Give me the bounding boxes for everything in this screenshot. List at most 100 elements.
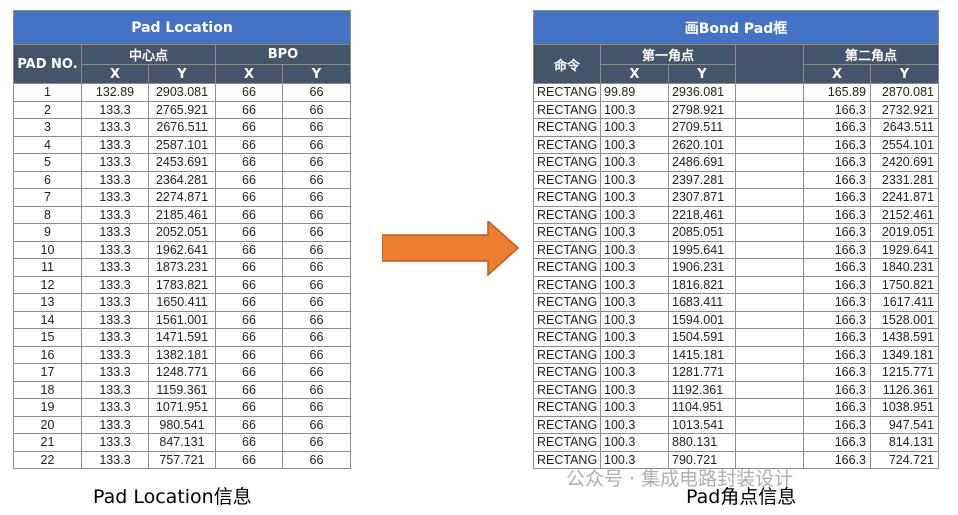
first-corner-y-cell: 2620.101	[668, 135, 736, 154]
bpo-x-cell: 66	[215, 450, 283, 469]
pad-number-cell: 15	[13, 328, 82, 347]
first-corner-x-cell: 100.3	[600, 135, 669, 154]
first-corner-y-cell: 1104.951	[668, 398, 736, 417]
first-corner-y-cell: 2397.281	[668, 170, 736, 189]
table-row: 21 133.3 847.131 66 66	[13, 433, 352, 452]
table-row: 11 133.3 1873.231 66 66	[13, 258, 352, 277]
first-corner-y-cell: 1683.411	[668, 293, 736, 312]
second-corner-y-cell: 724.721	[869, 450, 940, 469]
pad-number-cell: 21	[13, 433, 82, 452]
table-row: RECTANG 100.3 1683.411 166.3 1617.411	[533, 293, 940, 312]
bpo-y-cell: 66	[281, 293, 352, 312]
center-y-cell: 2185.461	[148, 205, 216, 224]
blank-cell	[735, 398, 804, 417]
first-corner-header: 第一角点	[600, 44, 736, 65]
pad-number-cell: 13	[13, 293, 82, 312]
column-header-x: X	[803, 64, 871, 84]
bpo-x-cell: 66	[215, 380, 283, 399]
table-row: 6 133.3 2364.281 66 66	[13, 170, 352, 189]
center-y-cell: 2765.921	[148, 100, 216, 119]
center-x-cell: 133.3	[81, 433, 149, 452]
first-corner-x-cell: 100.3	[600, 258, 669, 277]
blank-cell	[735, 293, 804, 312]
center-y-cell: 757.721	[148, 450, 216, 469]
second-corner-x-cell: 166.3	[803, 293, 871, 312]
blank-cell	[735, 433, 804, 452]
center-x-cell: 133.3	[81, 153, 149, 172]
column-header-y: Y	[668, 64, 736, 84]
table-row: RECTANG 100.3 1594.001 166.3 1528.001	[533, 310, 940, 329]
column-header-y: Y	[869, 64, 940, 84]
table-title: 画Bond Pad框	[532, 10, 940, 45]
bpo-x-cell: 66	[215, 135, 283, 154]
table-row: 13 133.3 1650.411 66 66	[13, 293, 352, 312]
blank-cell	[735, 223, 804, 242]
arrow-right-icon	[382, 221, 520, 277]
pad-number-cell: 17	[13, 363, 82, 382]
first-corner-x-cell: 100.3	[600, 153, 669, 172]
blank-cell	[735, 240, 804, 259]
center-y-cell: 1159.361	[148, 380, 216, 399]
center-y-cell: 1561.001	[148, 310, 216, 329]
bpo-x-cell: 66	[215, 433, 283, 452]
bpo-y-cell: 66	[281, 135, 352, 154]
table-row: RECTANG 100.3 1816.821 166.3 1750.821	[533, 275, 940, 294]
second-corner-x-cell: 166.3	[803, 258, 871, 277]
center-x-cell: 133.3	[81, 275, 149, 294]
command-cell: RECTANG	[533, 223, 601, 242]
bpo-x-cell: 66	[215, 345, 283, 364]
table-row: RECTANG 100.3 2397.281 166.3 2331.281	[533, 170, 940, 189]
center-x-cell: 133.3	[81, 415, 149, 434]
blank-header	[735, 44, 804, 84]
second-corner-x-cell: 166.3	[803, 345, 871, 364]
bpo-x-cell: 66	[215, 363, 283, 382]
center-y-cell: 1471.591	[148, 328, 216, 347]
center-y-cell: 2676.511	[148, 118, 216, 137]
center-x-cell: 133.3	[81, 310, 149, 329]
first-corner-x-cell: 100.3	[600, 170, 669, 189]
table-row: RECTANG 100.3 1192.361 166.3 1126.361	[533, 380, 940, 399]
pad-number-cell: 5	[13, 153, 82, 172]
pad-number-cell: 2	[13, 100, 82, 119]
bpo-x-cell: 66	[215, 310, 283, 329]
bpo-y-cell: 66	[281, 275, 352, 294]
second-corner-y-cell: 2241.871	[869, 188, 940, 207]
second-corner-y-cell: 1840.231	[869, 258, 940, 277]
center-y-cell: 980.541	[148, 415, 216, 434]
first-corner-y-cell: 1192.361	[668, 380, 736, 399]
center-y-cell: 1962.641	[148, 240, 216, 259]
bpo-y-cell: 66	[281, 415, 352, 434]
table-row: RECTANG 100.3 2218.461 166.3 2152.461	[533, 205, 940, 224]
column-header-x: X	[81, 64, 149, 84]
center-x-cell: 133.3	[81, 328, 149, 347]
first-corner-y-cell: 1816.821	[668, 275, 736, 294]
center-x-cell: 132.89	[81, 83, 149, 102]
first-corner-y-cell: 1906.231	[668, 258, 736, 277]
blank-cell	[735, 118, 804, 137]
pad-location-table: Pad Location PAD NO. 中心点 BPO X Y X Y 1 13…	[12, 10, 352, 469]
bpo-y-cell: 66	[281, 83, 352, 102]
center-y-cell: 2587.101	[148, 135, 216, 154]
center-x-cell: 133.3	[81, 240, 149, 259]
command-header: 命令	[533, 44, 601, 84]
bpo-x-cell: 66	[215, 170, 283, 189]
bpo-y-cell: 66	[281, 433, 352, 452]
center-x-cell: 133.3	[81, 223, 149, 242]
table-row: 1 132.89 2903.081 66 66	[13, 83, 352, 102]
table-body: 1 132.89 2903.081 66 66 2 133.3 2765.921 66 66 3 13…	[13, 83, 352, 469]
bpo-y-cell: 66	[281, 170, 352, 189]
blank-cell	[735, 205, 804, 224]
command-cell: RECTANG	[533, 153, 601, 172]
blank-cell	[735, 380, 804, 399]
second-corner-x-cell: 166.3	[803, 275, 871, 294]
bpo-x-cell: 66	[215, 153, 283, 172]
second-corner-y-cell: 2870.081	[869, 83, 940, 102]
first-corner-x-cell: 100.3	[600, 223, 669, 242]
first-corner-x-cell: 100.3	[600, 240, 669, 259]
first-corner-x-cell: 100.3	[600, 118, 669, 137]
second-corner-y-cell: 2420.691	[869, 153, 940, 172]
table-row: 17 133.3 1248.771 66 66	[13, 363, 352, 382]
command-cell: RECTANG	[533, 275, 601, 294]
second-corner-y-cell: 1215.771	[869, 363, 940, 382]
bpo-y-cell: 66	[281, 398, 352, 417]
